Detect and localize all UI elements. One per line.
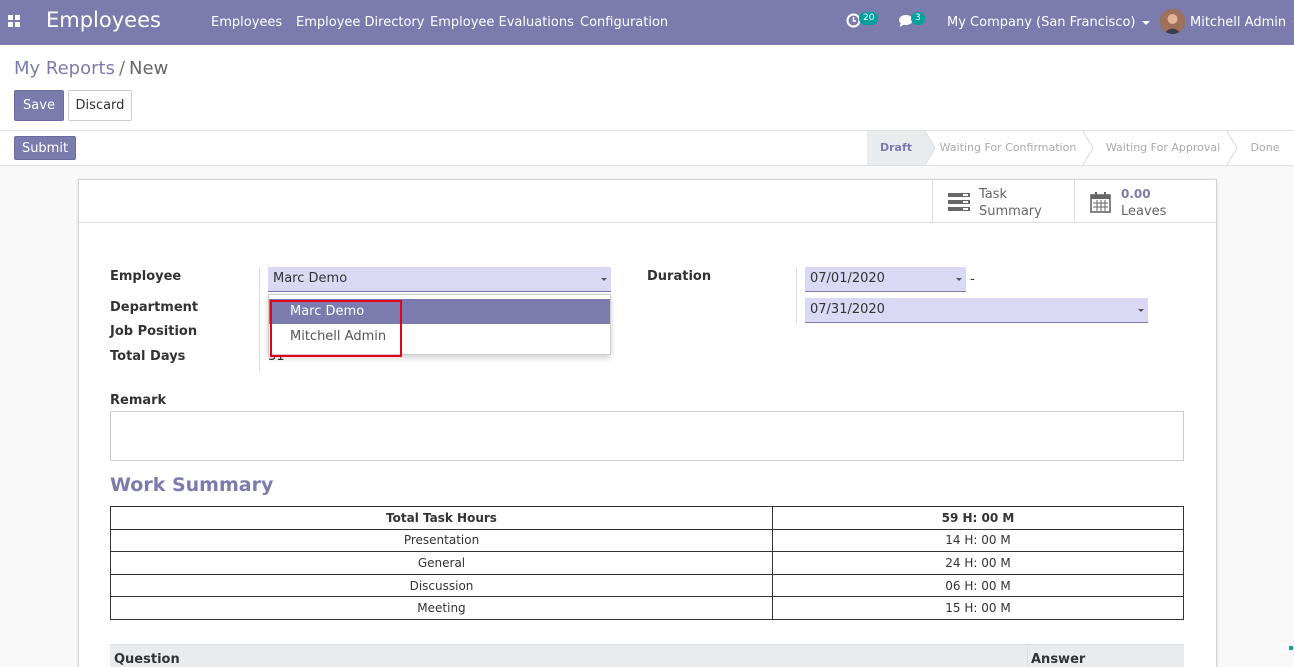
date-to-input[interactable]: 07/31/2020 [805,298,1148,323]
task-summary-label: Task Summary [979,187,1042,219]
company-switcher[interactable]: My Company (San Francisco) [947,15,1151,30]
breadcrumb: My Reports / New [14,58,168,79]
leaves-label: 0.00 Leaves [1121,187,1167,219]
remark-textarea[interactable] [110,411,1184,461]
submit-button[interactable]: Submit [14,136,76,160]
save-button[interactable]: Save [14,90,64,121]
dropdown-option-marc-demo[interactable]: Marc Demo [269,299,610,324]
job-position-label: Job Position [110,324,198,339]
control-panel: My Reports / New Save Discard [0,45,1294,131]
stage-waiting-approval[interactable]: Waiting For Approval [1099,131,1227,165]
user-menu[interactable]: Mitchell Admin [1190,15,1294,30]
date-to-value: 07/31/2020 [810,302,885,317]
task-name-cell: General [110,551,773,575]
table-row: Presentation 14 H: 00 M [110,528,1184,553]
menu-employee-evaluations[interactable]: Employee Evaluations [430,15,574,30]
task-name-cell: Discussion [110,573,773,598]
date-range-separator: - [970,272,975,287]
label-divider [259,267,260,371]
column-divider [1027,645,1028,667]
task-hours-cell: 06 H: 00 M [772,573,1184,598]
user-name: Mitchell Admin [1190,15,1287,30]
caret-down-icon [1142,20,1151,25]
task-name-cell: Meeting [110,596,773,620]
task-name-cell: Presentation [110,528,773,553]
caret-down-icon [956,278,962,281]
caret-down-icon [601,278,607,281]
menu-employees[interactable]: Employees [211,15,282,30]
company-name: My Company (San Francisco) [947,15,1136,30]
user-avatar[interactable] [1160,9,1185,34]
leaves-value: 0.00 [1121,187,1151,201]
task-name-cell: Total Task Hours [110,506,773,530]
task-hours-cell: 15 H: 00 M [772,596,1184,620]
status-bar: Submit Draft Waiting For Confirmation Wa… [0,131,1294,166]
top-navbar: Employees Employees Employee Directory E… [0,0,1294,45]
table-row: Total Task Hours 59 H: 00 M [110,506,1184,530]
employee-dropdown: Marc Demo Mitchell Admin [268,294,611,355]
department-label: Department [110,300,199,315]
message-count-badge: 3 [911,12,925,25]
date-from-input[interactable]: 07/01/2020 [805,267,966,292]
task-hours-cell: 59 H: 00 M [772,506,1184,530]
date-from-value: 07/01/2020 [810,271,885,286]
app-title: Employees [46,8,161,32]
caret-down-icon [1138,309,1144,312]
task-summary-button[interactable]: Task Summary [932,180,1074,222]
task-hours-cell: 14 H: 00 M [772,528,1184,553]
breadcrumb-parent[interactable]: My Reports [14,58,115,79]
list-icon [948,193,970,211]
work-summary-table: Total Task Hours 59 H: 00 M Presentation… [110,506,1184,620]
employee-label: Employee [110,269,182,284]
stage-done[interactable]: Done [1243,131,1287,165]
button-box: Task Summary 0.00 Leaves [79,180,1216,223]
calendar-icon [1090,192,1111,213]
total-days-label: Total Days [110,349,186,364]
table-row: Meeting 15 H: 00 M [110,596,1184,620]
scroll-indicator [1289,646,1293,650]
employee-select[interactable]: Marc Demo [268,267,611,292]
table-row: Discussion 06 H: 00 M [110,573,1184,598]
table-row: General 24 H: 00 M [110,551,1184,575]
question-column-header[interactable]: Question [114,652,180,667]
discard-button[interactable]: Discard [68,90,132,121]
label-divider [796,267,797,323]
employee-value: Marc Demo [273,271,348,286]
answer-column-header[interactable]: Answer [1031,652,1085,667]
apps-grid-icon[interactable] [8,15,21,28]
dropdown-option-mitchell-admin[interactable]: Mitchell Admin [269,324,610,349]
menu-configuration[interactable]: Configuration [580,15,668,30]
leaves-button[interactable]: 0.00 Leaves [1074,180,1216,222]
remark-label: Remark [110,393,167,408]
stage-arrow [1083,131,1094,165]
stage-draft[interactable]: Draft [867,131,925,165]
duration-label: Duration [647,269,712,284]
stage-arrow [1227,131,1238,165]
question-table-header: Question Answer [110,644,1184,667]
task-hours-cell: 24 H: 00 M [772,551,1184,575]
breadcrumb-separator: / [118,58,126,79]
menu-employee-directory[interactable]: Employee Directory [296,15,424,30]
work-summary-title: Work Summary [110,474,274,496]
breadcrumb-current: New [129,58,169,79]
stage-waiting-confirmation[interactable]: Waiting For Confirmation [935,131,1081,165]
activity-count-badge: 20 [859,12,879,25]
